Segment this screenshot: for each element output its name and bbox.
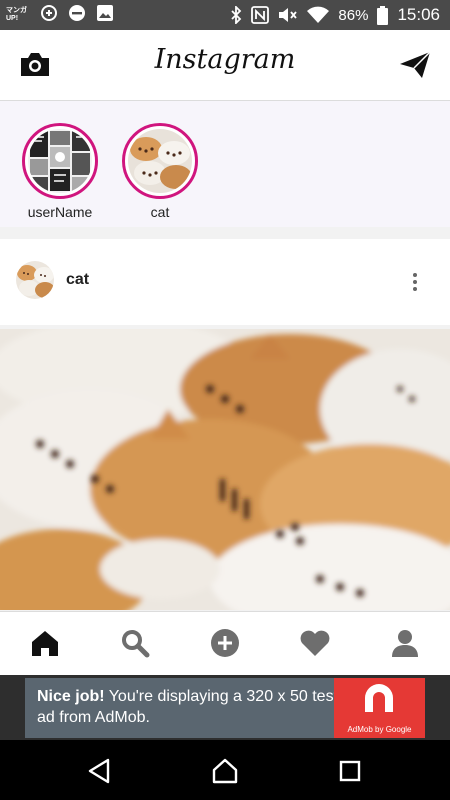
ad-banner[interactable]: Nice job! You're displaying a 320 x 50 t… (0, 675, 450, 740)
home-circle-icon[interactable] (211, 757, 239, 785)
back-icon[interactable] (86, 757, 114, 785)
battery-icon (377, 5, 389, 25)
profile-icon[interactable] (388, 626, 422, 660)
clock: 15:06 (397, 5, 440, 24)
story-user[interactable]: userName (20, 123, 100, 220)
manga-up-icon: マンガ UP! (6, 7, 27, 22)
post-avatar[interactable] (16, 261, 54, 299)
nfc-icon (251, 6, 270, 24)
mute-icon (278, 6, 298, 24)
post-username[interactable]: cat (66, 271, 89, 289)
search-icon[interactable] (118, 626, 152, 660)
battery-level: 86% (338, 6, 369, 24)
bluetooth-icon (230, 6, 242, 24)
bottom-nav (0, 611, 450, 676)
system-nav (0, 740, 450, 800)
ad-title: Nice job! (37, 688, 105, 705)
status-left: マンガ UP! (0, 4, 114, 26)
story-ring (122, 123, 198, 199)
story-avatar-cat (128, 129, 192, 193)
story-ring (22, 123, 98, 199)
story-name: userName (27, 204, 93, 220)
story-avatar-manga (28, 129, 92, 193)
story-name: cat (150, 204, 170, 220)
admob-logo: AdMob by Google (334, 678, 425, 738)
status-right: 86% 15:06 (230, 5, 450, 25)
story-cat[interactable]: cat (120, 123, 200, 220)
home-icon[interactable] (28, 626, 62, 660)
heart-icon[interactable] (298, 626, 332, 660)
admob-caption: AdMob by Google (347, 725, 412, 734)
app-header: Instagram (0, 30, 450, 101)
status-bar: マンガ UP! 86% 15:06 (0, 0, 450, 30)
ad-text: Nice job! You're displaying a 320 x 50 t… (37, 686, 342, 728)
post-image[interactable] (0, 329, 450, 610)
more-vertical-icon[interactable] (410, 271, 420, 293)
stories-tray: userName cat (0, 101, 450, 227)
data-saver-icon (40, 4, 58, 26)
wifi-icon (307, 6, 330, 24)
gallery-icon (96, 4, 114, 26)
ad-content[interactable]: Nice job! You're displaying a 320 x 50 t… (25, 678, 425, 738)
app-title: Instagram (154, 44, 296, 75)
post-header: cat (0, 239, 450, 325)
do-not-disturb-icon (68, 4, 86, 26)
recents-icon[interactable] (336, 757, 364, 785)
send-icon[interactable] (398, 50, 432, 80)
add-icon[interactable] (208, 626, 242, 660)
